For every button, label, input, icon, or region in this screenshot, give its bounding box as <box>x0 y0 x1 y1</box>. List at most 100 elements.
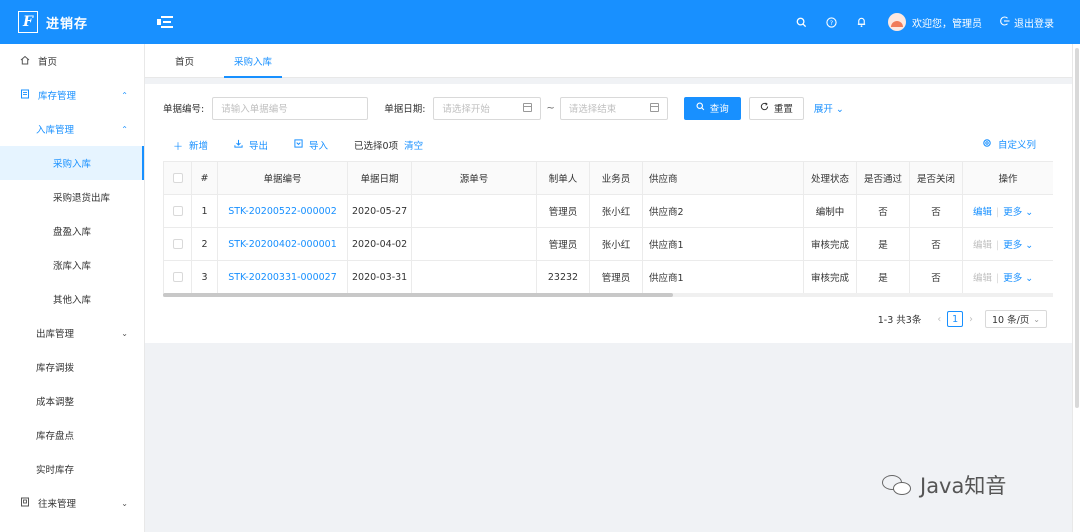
tab-purchase-inbound[interactable]: 采购入库 <box>222 44 284 78</box>
page-size-label: 10 条/页 <box>991 315 1030 326</box>
sidebar-item-outbound[interactable]: 出库管理 ⌄ <box>0 316 144 350</box>
column-header[interactable]: 是否关闭 <box>909 161 963 195</box>
column-header: # <box>191 161 218 195</box>
sidebar-item-realtime-stock[interactable]: 实时库存 <box>0 452 144 486</box>
selection-count: 已选择0项 <box>354 141 399 152</box>
column-header[interactable]: 单据编号 <box>217 161 348 195</box>
process-status: 审核完成 <box>803 260 857 294</box>
column-header[interactable]: 是否通过 <box>856 161 910 195</box>
is-passed: 是 <box>856 227 910 261</box>
sidebar-item-cost-adjust[interactable]: 成本调整 <box>0 384 144 418</box>
query-button[interactable]: 查询 <box>683 96 741 120</box>
sidebar-item-surplus-inbound[interactable]: 盘盈入库 <box>0 214 144 248</box>
clear-selection-link[interactable]: 清空 <box>404 138 423 152</box>
is-closed: 否 <box>909 227 963 261</box>
export-label: 导出 <box>249 141 269 152</box>
is-passed: 否 <box>856 194 910 228</box>
table-toolbar: ＋ 新增 导出 导入 已选择0项 清空 <box>173 137 423 153</box>
more-dropdown[interactable]: 更多 ⌄ <box>1003 240 1033 251</box>
code-input[interactable]: 请输入单据编号 <box>212 96 369 120</box>
bell-icon[interactable] <box>846 0 876 44</box>
action-divider: | <box>996 240 1000 251</box>
document-date: 2020-05-27 <box>347 194 412 228</box>
export-button[interactable]: 导出 <box>234 138 268 152</box>
document-code-link[interactable]: STK-20200331-000027 <box>217 260 348 294</box>
sidebar-item-accounts[interactable]: 往来管理 ⌄ <box>0 486 144 520</box>
horizontal-scrollbar[interactable] <box>163 293 1053 297</box>
row-select-cell[interactable] <box>163 260 192 294</box>
row-actions: 编辑 | 更多 ⌄ <box>962 260 1053 294</box>
import-button[interactable]: 导入 <box>294 138 328 152</box>
table-row[interactable]: 2 STK-20200402-000001 2020-04-02 管理员 张小红… <box>163 227 1053 261</box>
sidebar-item-label: 往来管理 <box>38 499 77 510</box>
row-actions: 编辑 | 更多 ⌄ <box>962 194 1053 228</box>
sidebar-item-inbound[interactable]: 入库管理 ⌃ <box>0 112 144 146</box>
reset-button[interactable]: 重置 <box>748 96 804 120</box>
column-header[interactable]: 制单人 <box>536 161 590 195</box>
more-dropdown[interactable]: 更多 ⌄ <box>1003 273 1033 284</box>
more-label: 更多 <box>1003 273 1023 284</box>
sidebar-item-label: 首页 <box>38 57 58 68</box>
sidebar: 首页 库存管理 ⌃ 入库管理 ⌃ 采购入库 采购退货出库 盘盈入库 涨库入库 其… <box>0 44 145 532</box>
sidebar-item-rise-inbound[interactable]: 涨库入库 <box>0 248 144 282</box>
page-number-current[interactable]: 1 <box>947 311 964 327</box>
column-header[interactable]: 源单号 <box>411 161 537 195</box>
avatar[interactable] <box>888 13 906 31</box>
select-all-cell[interactable] <box>163 161 192 195</box>
sidebar-item-other-inbound[interactable]: 其他入库 <box>0 282 144 316</box>
document-icon <box>20 89 32 102</box>
vertical-scrollbar[interactable] <box>1072 44 1080 532</box>
table-row[interactable]: 3 STK-20200331-000027 2020-03-31 23232 管… <box>163 260 1053 294</box>
chevron-left-icon[interactable]: ‹ <box>937 314 941 325</box>
scrollbar-thumb[interactable] <box>163 293 673 297</box>
add-button[interactable]: ＋ 新增 <box>173 138 208 153</box>
logout-button[interactable]: 退出登录 <box>1000 15 1054 30</box>
sidebar-item-purchase-inbound[interactable]: 采购入库 <box>0 146 144 180</box>
pagination: 1-3 共3条 ‹ 1 › 10 条/页 ⌄ <box>878 310 1047 328</box>
logo[interactable]: F 进销存 <box>0 0 145 44</box>
row-checkbox[interactable] <box>172 239 183 249</box>
document-date: 2020-04-02 <box>347 227 412 261</box>
sidebar-item-home[interactable]: 首页 <box>0 44 144 78</box>
help-icon[interactable]: ? <box>816 0 846 44</box>
edit-link[interactable]: 编辑 <box>973 207 992 218</box>
maker: 23232 <box>536 260 590 294</box>
sidebar-item-purchase-return[interactable]: 采购退货出库 <box>0 180 144 214</box>
document-code-link[interactable]: STK-20200402-000001 <box>217 227 348 261</box>
table-row[interactable]: 1 STK-20200522-000002 2020-05-27 管理员 张小红… <box>163 194 1053 228</box>
chevron-right-icon[interactable]: › <box>969 314 973 325</box>
scrollbar-thumb[interactable] <box>1075 48 1079 408</box>
menu-fold-icon[interactable] <box>157 16 173 28</box>
column-header[interactable]: 供应商 <box>642 161 804 195</box>
column-header[interactable]: 业务员 <box>589 161 643 195</box>
supplier: 供应商1 <box>642 260 804 294</box>
sidebar-item-inventory[interactable]: 库存管理 ⌃ <box>0 78 144 112</box>
select-all-checkbox[interactable] <box>172 173 183 183</box>
sidebar-item-stocktake[interactable]: 库存盘点 <box>0 418 144 452</box>
salesman: 管理员 <box>589 260 643 294</box>
tab-home[interactable]: 首页 <box>163 44 206 78</box>
row-number: 2 <box>191 227 218 261</box>
row-checkbox[interactable] <box>172 206 183 216</box>
column-header[interactable]: 单据日期 <box>347 161 412 195</box>
home-icon <box>20 55 32 68</box>
column-header[interactable]: 处理状态 <box>803 161 857 195</box>
more-dropdown[interactable]: 更多 ⌄ <box>1003 207 1033 218</box>
date-end-input[interactable]: 请选择结束 <box>559 96 668 120</box>
source-number <box>411 260 537 294</box>
row-select-cell[interactable] <box>163 194 192 228</box>
is-closed: 否 <box>909 260 963 294</box>
row-number: 1 <box>191 194 218 228</box>
download-icon <box>234 139 243 151</box>
row-select-cell[interactable] <box>163 227 192 261</box>
search-icon[interactable] <box>786 0 816 44</box>
date-start-input[interactable]: 请选择开始 <box>433 96 542 120</box>
action-divider: | <box>996 207 1000 218</box>
custom-columns-button[interactable]: 自定义列 <box>982 137 1036 151</box>
sidebar-item-transfer[interactable]: 库存调拨 <box>0 350 144 384</box>
document-code-link[interactable]: STK-20200522-000002 <box>217 194 348 228</box>
edit-link: 编辑 <box>973 273 993 284</box>
expand-link[interactable]: 展开 ⌄ <box>814 101 844 115</box>
page-size-select[interactable]: 10 条/页 ⌄ <box>984 310 1047 328</box>
row-checkbox[interactable] <box>172 272 183 282</box>
